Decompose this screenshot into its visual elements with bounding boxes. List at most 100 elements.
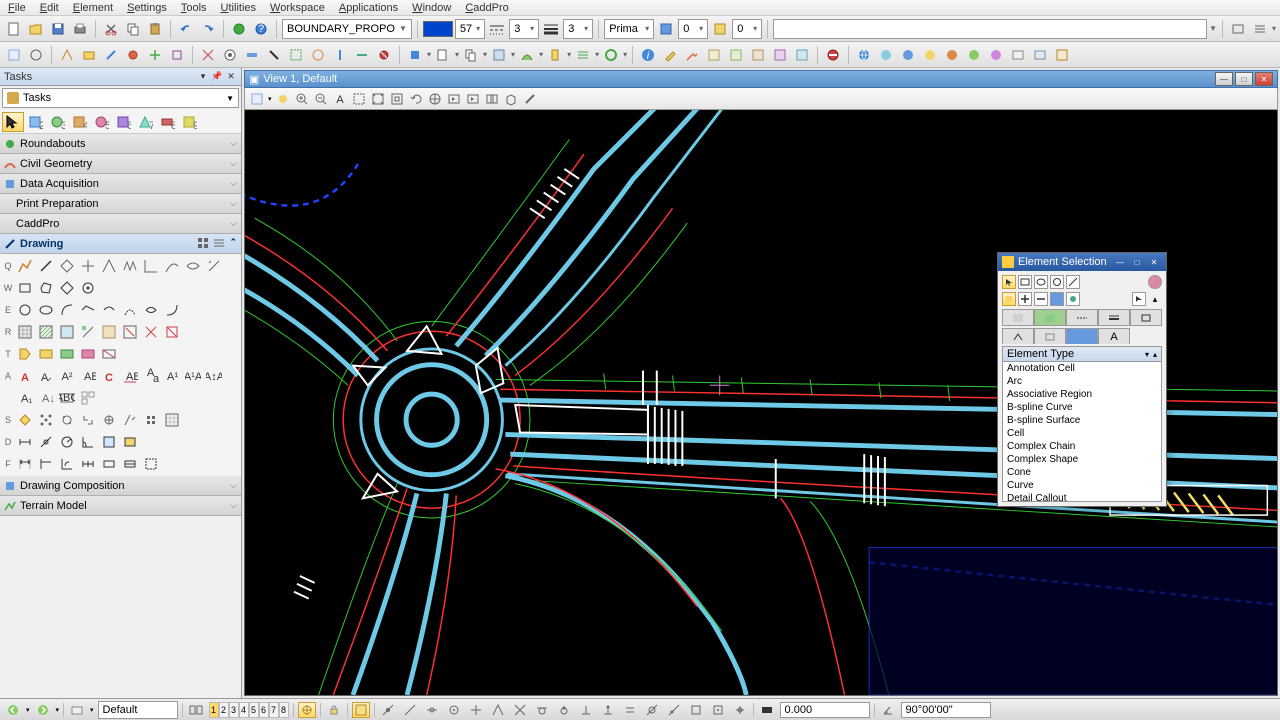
menu-caddpro[interactable]: CaddPro [465, 2, 508, 14]
tool-btn[interactable] [748, 45, 768, 65]
menu-tools[interactable]: Tools [181, 2, 207, 14]
task-category-civil-geometry[interactable]: Civil Geometry⌵ [0, 154, 241, 174]
tool[interactable] [57, 322, 77, 342]
tool[interactable]: A¹ [162, 366, 182, 386]
tool[interactable] [78, 300, 98, 320]
task-category-data-acquisition[interactable]: Data Acquisition⌵ [0, 174, 241, 194]
tool-btn[interactable] [601, 45, 621, 65]
tasks-combo[interactable]: Tasks ▼ [2, 88, 239, 108]
sel-mode-block[interactable] [1018, 275, 1032, 289]
snap-tangent[interactable] [533, 702, 551, 718]
close-button[interactable]: ✕ [1255, 72, 1273, 86]
tool[interactable] [141, 454, 161, 474]
tool-btn[interactable] [726, 45, 746, 65]
accudraw-toggle[interactable] [352, 702, 370, 718]
tool[interactable] [57, 344, 77, 364]
hatch-tool[interactable] [36, 322, 56, 342]
tool[interactable] [99, 344, 119, 364]
tool-btn[interactable] [573, 45, 593, 65]
tool-btn[interactable] [79, 45, 99, 65]
view-toggle-2[interactable]: 2 [219, 702, 229, 718]
snap-center[interactable] [445, 702, 463, 718]
linestyle-icon[interactable] [487, 19, 507, 39]
view-toggle-4[interactable]: 4 [239, 702, 249, 718]
tool[interactable] [78, 344, 98, 364]
tab-textstyle[interactable] [1066, 328, 1098, 344]
snap-through[interactable] [643, 702, 661, 718]
list-item[interactable]: Curve [1003, 479, 1161, 492]
tool[interactable] [57, 432, 77, 452]
minimize-button[interactable]: — [1215, 72, 1233, 86]
tool[interactable] [162, 300, 182, 320]
minimize-icon[interactable]: — [1112, 256, 1128, 268]
tool-btn[interactable] [405, 45, 425, 65]
angle-icon[interactable] [879, 702, 897, 718]
tool[interactable]: A [36, 366, 56, 386]
tool[interactable] [99, 300, 119, 320]
tool-btn[interactable] [433, 45, 453, 65]
no-entry-icon[interactable] [823, 45, 843, 65]
element-selection-dialog[interactable]: Element Selection — □ ✕ [997, 252, 1167, 507]
view-titlebar[interactable]: ▣ View 1, Default — □ ✕ [244, 70, 1278, 88]
close-icon[interactable]: ✕ [1146, 256, 1162, 268]
tool[interactable]: ABC [57, 388, 77, 408]
tool[interactable] [99, 322, 119, 342]
tool[interactable] [78, 454, 98, 474]
tool[interactable] [78, 256, 98, 276]
place-block-tool[interactable] [15, 278, 35, 298]
tool-btn[interactable] [964, 45, 984, 65]
sel-method-subtract[interactable] [1034, 292, 1048, 306]
list-item[interactable]: B-spline Surface [1003, 414, 1161, 427]
print-button[interactable] [70, 19, 90, 39]
tool-btn[interactable] [942, 45, 962, 65]
task-category-drawing-composition[interactable]: Drawing Composition⌵ [0, 476, 241, 496]
view-attrs-button[interactable] [249, 91, 265, 107]
tool-btn[interactable] [167, 45, 187, 65]
tool-btn[interactable] [898, 45, 918, 65]
tab-text[interactable]: A [1098, 328, 1130, 344]
list-item[interactable]: Complex Shape [1003, 453, 1161, 466]
task-category-caddpro[interactable]: CaddPro⌵ [0, 214, 241, 234]
tool-btn[interactable] [352, 45, 372, 65]
linestyle-dropdown[interactable]: 3▾ [509, 19, 539, 39]
place-line-tool[interactable] [36, 256, 56, 276]
zoom-in-button[interactable] [294, 91, 310, 107]
sel-expand-button[interactable]: ▴ [1148, 292, 1162, 306]
tool[interactable] [162, 322, 182, 342]
tool-btn[interactable] [264, 45, 284, 65]
menu-settings[interactable]: Settings [127, 2, 167, 14]
list-item[interactable]: Cone [1003, 466, 1161, 479]
sel-mode-individual[interactable] [1002, 275, 1016, 289]
tool-btn[interactable] [545, 45, 565, 65]
tool[interactable] [522, 91, 538, 107]
menu-element[interactable]: Element [73, 2, 113, 14]
lineweight-icon[interactable] [541, 19, 561, 39]
tool[interactable] [141, 300, 161, 320]
pin-icon[interactable]: ▾ [197, 71, 209, 83]
tool-num-4[interactable]: 4 [68, 112, 90, 132]
zoom-out-button[interactable] [313, 91, 329, 107]
tool-btn[interactable] [242, 45, 262, 65]
tool[interactable] [141, 256, 161, 276]
tab-class[interactable] [1002, 328, 1034, 344]
tool-btn[interactable] [286, 45, 306, 65]
maximize-button[interactable]: □ [1235, 72, 1253, 86]
sel-method-add[interactable] [1018, 292, 1032, 306]
tool[interactable] [36, 344, 56, 364]
color-number-dropdown[interactable]: 57▾ [455, 19, 485, 39]
tool[interactable] [78, 388, 98, 408]
snap-intersection[interactable] [511, 702, 529, 718]
list-item[interactable]: Cell [1003, 427, 1161, 440]
tool[interactable]: A↕A [204, 366, 224, 386]
tool[interactable] [36, 432, 56, 452]
tool[interactable] [162, 410, 182, 430]
element-type-list[interactable]: Annotation Cell Arc Associative Region B… [1002, 362, 1162, 502]
tool[interactable] [78, 432, 98, 452]
tool[interactable] [57, 410, 77, 430]
task-category-print-preparation[interactable]: Print Preparation⌵ [0, 194, 241, 214]
snap-multi3[interactable] [731, 702, 749, 718]
list-item[interactable]: Associative Region [1003, 388, 1161, 401]
tool[interactable] [141, 410, 161, 430]
tool[interactable] [389, 91, 405, 107]
tool[interactable] [36, 410, 56, 430]
